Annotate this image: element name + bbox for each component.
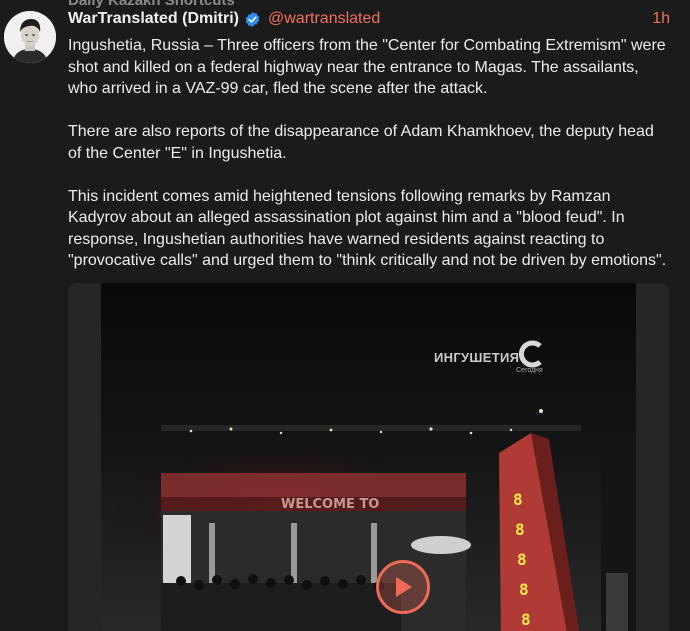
post-timestamp[interactable]: 1h	[652, 10, 670, 28]
video-frame: WELCOME TO 8 8 8 8 8	[101, 283, 636, 631]
video-player[interactable]: WELCOME TO 8 8 8 8 8 ИНГУШЕТИЯ Сегодня	[101, 283, 636, 631]
sign-text: WELCOME TO	[281, 497, 379, 512]
play-button[interactable]	[376, 560, 430, 614]
post-paragraph: There are also reports of the disappeara…	[68, 123, 654, 162]
watermark-subtext: Сегодня	[516, 367, 543, 374]
price-digit: 8	[517, 550, 527, 569]
post-page: Daily Kazakh Shortcuts WarTranslated (Dm…	[0, 0, 690, 631]
channel-watermark: ИНГУШЕТИЯ Сегодня	[434, 340, 549, 376]
post-body: Ingushetia, Russia – Three officers from…	[68, 35, 668, 293]
price-digit: 8	[521, 610, 531, 629]
post-header: WarTranslated (Dmitri) @wartranslated 1h	[68, 8, 670, 30]
media-container[interactable]: WELCOME TO 8 8 8 8 8 ИНГУШЕТИЯ Сегодня	[68, 283, 669, 631]
verified-badge-icon	[244, 11, 261, 28]
author-handle[interactable]: @wartranslated	[268, 10, 380, 28]
watermark-text: ИНГУШЕТИЯ	[434, 350, 520, 365]
author-name[interactable]: WarTranslated (Dmitri)	[68, 10, 239, 28]
play-icon	[396, 577, 412, 597]
price-digit: 8	[519, 580, 529, 599]
avatar[interactable]	[4, 11, 56, 63]
post-paragraph: Ingushetia, Russia – Three officers from…	[68, 37, 666, 97]
channel-logo-icon	[519, 340, 542, 368]
price-digit: 8	[513, 490, 523, 509]
post-paragraph: This incident comes amid heightened tens…	[68, 187, 667, 270]
price-digit: 8	[515, 520, 525, 539]
avatar-portrait	[4, 11, 56, 63]
